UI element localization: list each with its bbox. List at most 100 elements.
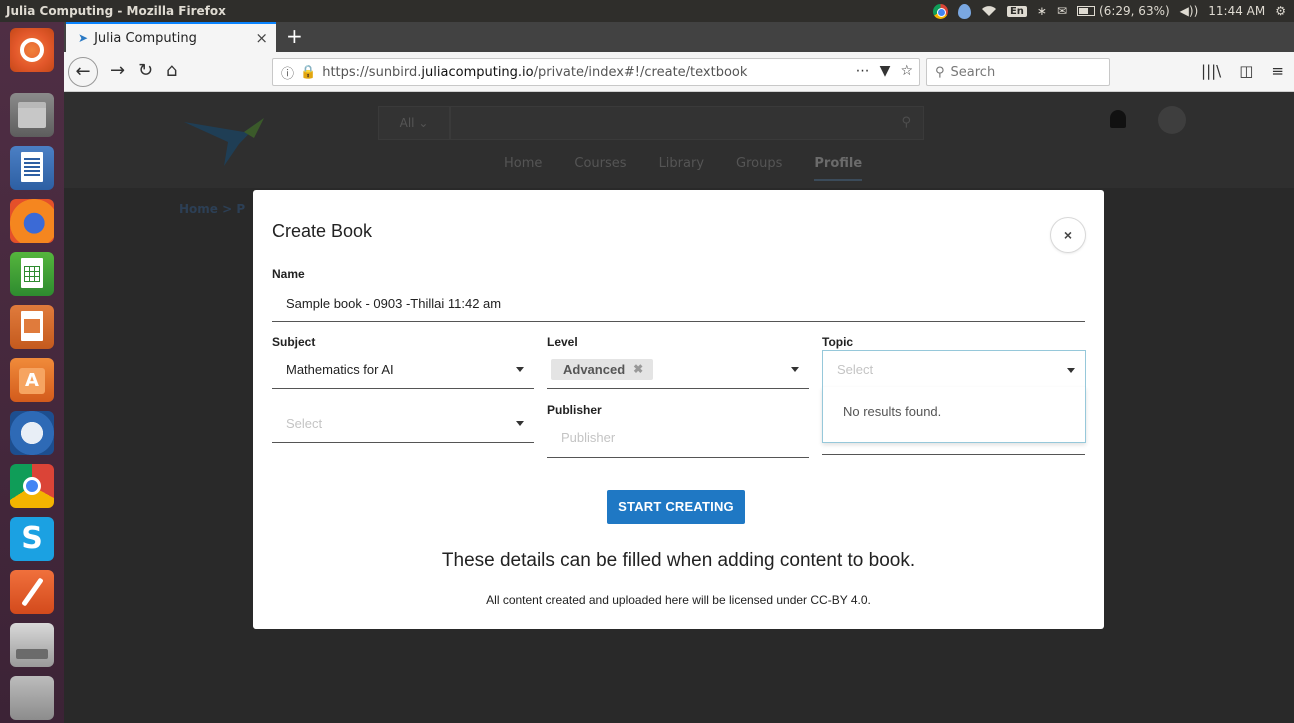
level-chip-label: Advanced xyxy=(563,361,626,377)
battery-icon xyxy=(1077,6,1096,16)
license-note: All content created and uploaded here wi… xyxy=(486,593,871,607)
url-text: https://sunbird.juliacomputing.io/privat… xyxy=(322,64,748,80)
name-value: Sample book - 0903 -Thillai 11:42 am xyxy=(286,296,502,311)
chevron-down-icon xyxy=(1067,367,1075,373)
subject-value: Mathematics for AI xyxy=(286,361,394,377)
menu-groups[interactable]: Groups xyxy=(736,156,782,181)
create-book-modal: Create Book × Name Sample book - 0903 -T… xyxy=(253,190,1104,629)
name-field[interactable]: Sample book - 0903 -Thillai 11:42 am xyxy=(272,286,1085,322)
reload-icon[interactable]: ↻ xyxy=(138,60,153,81)
remove-chip-icon[interactable]: ✖ xyxy=(633,362,643,376)
new-tab-icon[interactable]: + xyxy=(286,24,303,48)
text-editor-icon[interactable] xyxy=(10,570,54,614)
software-center-icon[interactable]: A xyxy=(10,358,54,402)
publisher-placeholder: Publisher xyxy=(561,430,616,445)
browser-tab[interactable]: ➤ Julia Computing × xyxy=(66,22,276,52)
close-tab-icon[interactable]: × xyxy=(255,29,268,47)
bluetooth-icon[interactable]: ∗ xyxy=(1037,4,1047,18)
chevron-down-icon xyxy=(516,367,524,372)
level-label: Level xyxy=(547,335,578,349)
start-creating-button[interactable]: START CREATING xyxy=(607,490,745,524)
sidebar-icon[interactable]: ◫ xyxy=(1239,62,1253,80)
browser-search-box[interactable]: ⚲ Search xyxy=(926,58,1110,86)
subject-label: Subject xyxy=(272,335,316,349)
window-title: Julia Computing - Mozilla Firefox xyxy=(6,4,226,18)
chrome-icon[interactable] xyxy=(10,464,54,508)
search-placeholder: Search xyxy=(950,64,996,80)
lock-icon: 🔒 xyxy=(300,64,317,80)
no-results-text: No results found. xyxy=(843,404,942,419)
menu-library[interactable]: Library xyxy=(659,156,704,181)
topic-label: Topic xyxy=(822,335,854,349)
name-label: Name xyxy=(272,267,305,281)
ubuntu-dash-icon[interactable] xyxy=(10,28,54,72)
chrome-indicator-icon[interactable] xyxy=(932,3,948,19)
menu-courses[interactable]: Courses xyxy=(574,156,626,181)
mail-icon[interactable]: ✉ xyxy=(1057,4,1067,18)
indicator-area: En ∗ ✉ (6:29, 63%) ◀)) 11:44 AM ⚙ xyxy=(932,0,1286,22)
power-settings-icon[interactable]: ⚙ xyxy=(1275,4,1286,18)
url-bar[interactable]: ⓘ 🔒 https://sunbird.juliacomputing.io/pr… xyxy=(272,58,920,86)
site-search-input[interactable]: ⚲ xyxy=(450,106,924,140)
skype-icon[interactable]: S xyxy=(10,517,54,561)
files-icon[interactable] xyxy=(10,93,54,137)
navigation-bar: ← → ↻ ⌂ ⓘ 🔒 https://sunbird.juliacomputi… xyxy=(64,52,1294,92)
topic-select[interactable]: Select xyxy=(822,350,1086,388)
bookmark-star-icon[interactable]: ☆ xyxy=(900,63,913,79)
site-logo-icon[interactable] xyxy=(184,110,274,166)
modal-title: Create Book xyxy=(272,221,373,241)
breadcrumb[interactable]: Home > P xyxy=(179,202,245,216)
writer-icon[interactable] xyxy=(10,146,54,190)
back-icon[interactable]: ← xyxy=(68,57,98,87)
topic-placeholder: Select xyxy=(837,362,874,377)
battery-indicator[interactable]: (6:29, 63%) xyxy=(1077,4,1170,18)
thunderbird-icon[interactable] xyxy=(10,411,54,455)
bird-favicon-icon: ➤ xyxy=(78,31,89,45)
toolbar-right: |||\ ◫ ≡ xyxy=(1201,62,1284,80)
firefox-icon[interactable] xyxy=(10,199,54,243)
topic-underline xyxy=(822,454,1085,455)
site-search-icon[interactable]: ⚲ xyxy=(901,115,911,130)
category-select[interactable]: All ⌄ xyxy=(378,106,450,140)
clock[interactable]: 11:44 AM xyxy=(1208,4,1265,18)
drive-icon[interactable] xyxy=(10,623,54,667)
tab-strip: ➤ Julia Computing × + xyxy=(64,22,1294,52)
page-actions-icon[interactable]: ⋯ xyxy=(856,63,870,79)
pocket-icon[interactable]: ▼ xyxy=(880,63,891,79)
trash-icon[interactable] xyxy=(10,676,54,720)
calc-icon[interactable] xyxy=(10,252,54,296)
level-select[interactable]: Advanced ✖ xyxy=(547,350,809,389)
publisher-input[interactable]: Publisher xyxy=(547,418,809,458)
publisher-label: Publisher xyxy=(547,403,602,417)
chevron-down-icon xyxy=(791,367,799,372)
extra-select[interactable]: Select xyxy=(272,404,534,443)
forward-icon[interactable]: → xyxy=(110,60,125,81)
dropbox-indicator-icon[interactable] xyxy=(957,3,971,19)
impress-icon[interactable] xyxy=(10,305,54,349)
wifi-icon[interactable] xyxy=(981,5,997,17)
tab-title: Julia Computing xyxy=(94,30,197,46)
level-chip[interactable]: Advanced ✖ xyxy=(551,358,654,380)
menu-home[interactable]: Home xyxy=(504,156,542,181)
library-icon[interactable]: |||\ xyxy=(1201,62,1221,80)
keyboard-layout-indicator[interactable]: En xyxy=(1006,5,1027,17)
search-icon: ⚲ xyxy=(935,64,945,80)
launcher: A S xyxy=(0,22,64,723)
top-panel: Julia Computing - Mozilla Firefox En ∗ ✉… xyxy=(0,0,1294,22)
extra-select-placeholder: Select xyxy=(286,415,323,431)
notification-bell-icon[interactable] xyxy=(1110,110,1126,128)
hamburger-menu-icon[interactable]: ≡ xyxy=(1271,62,1284,80)
menu-profile[interactable]: Profile xyxy=(814,156,863,181)
volume-icon[interactable]: ◀)) xyxy=(1180,4,1199,18)
site-menu: Home Courses Library Groups Profile xyxy=(504,156,863,181)
home-icon[interactable]: ⌂ xyxy=(166,60,177,81)
url-actions: ⋯ ▼ ☆ xyxy=(856,63,913,79)
chevron-down-icon xyxy=(516,421,524,426)
info-icon[interactable]: ⓘ xyxy=(281,63,294,82)
battery-text: (6:29, 63%) xyxy=(1099,4,1170,18)
user-avatar[interactable] xyxy=(1158,106,1186,134)
close-icon[interactable]: × xyxy=(1051,218,1085,252)
subject-select[interactable]: Mathematics for AI xyxy=(272,350,534,389)
details-note: These details can be filled when adding … xyxy=(441,550,916,571)
topic-dropdown: No results found. xyxy=(822,387,1086,443)
